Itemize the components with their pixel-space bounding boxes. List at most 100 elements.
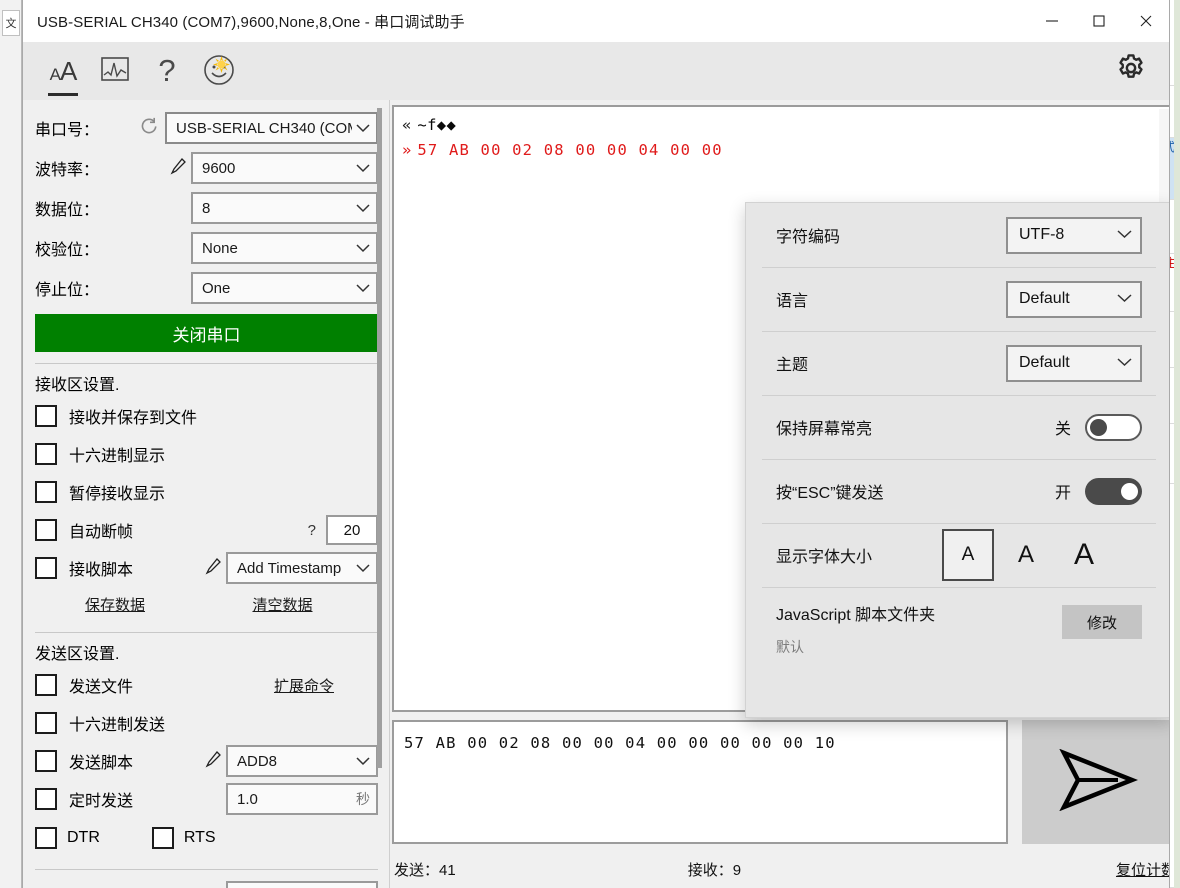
sidebar-scrollbar-thumb[interactable] (377, 108, 382, 768)
esc-send-toggle[interactable] (1085, 477, 1142, 505)
recv-hex-display-row[interactable]: 十六进制显示 (35, 435, 378, 473)
recv-save-to-file-label: 接收并保存到文件 (69, 410, 198, 427)
send-file-row[interactable]: 发送文件 扩展命令 (35, 666, 378, 704)
keep-screen-on-label: 保持屏幕常亮 (776, 421, 873, 438)
stopbits-value: One (202, 279, 231, 297)
help-tool-button[interactable]: ? (141, 43, 193, 99)
auto-frame-input[interactable]: 20 (326, 515, 378, 545)
recv-script-edit-icon[interactable] (200, 556, 226, 580)
paper-plane-icon (1058, 748, 1139, 816)
chevron-down-icon (1117, 354, 1132, 372)
minimize-icon[interactable] (1028, 0, 1075, 42)
auto-frame-help-icon[interactable]: ? (308, 522, 316, 539)
auto-frame-label: 自动断帧 (69, 524, 134, 541)
esc-send-row: 按“ESC”键发送 开 (746, 459, 1169, 523)
language-select[interactable]: Default (1006, 280, 1142, 318)
recv-pause-display-row[interactable]: 暂停接收显示 (35, 473, 378, 511)
auto-frame-row[interactable]: 自动断帧 ? 20 (35, 511, 378, 549)
chevron-down-icon (356, 240, 370, 257)
recv-script-row[interactable]: 接收脚本 Add Timestamp (35, 549, 378, 587)
font-size-label: 显示字体大小 (776, 549, 873, 566)
timed-send-row[interactable]: 定时发送 1.0 秒 (35, 780, 378, 818)
font-size-medium-button[interactable]: A (1000, 529, 1052, 581)
send-hex-checkbox[interactable] (35, 712, 57, 734)
esc-send-state: 开 (1054, 485, 1071, 502)
font-size-small-button[interactable]: A (942, 529, 994, 581)
close-port-button[interactable]: 关闭串口 (35, 314, 378, 352)
font-tool-button[interactable]: AA (37, 43, 89, 99)
recv-save-to-file-checkbox[interactable] (35, 405, 57, 427)
theme-label: 主题 (776, 357, 809, 374)
js-folder-modify-button[interactable]: 修改 (1062, 605, 1142, 639)
close-icon[interactable] (1122, 0, 1169, 42)
edit-pen-icon[interactable] (165, 156, 191, 180)
auto-frame-checkbox[interactable] (35, 519, 57, 541)
encoding-select[interactable]: UTF-8 (1006, 216, 1142, 254)
baud-select[interactable]: 9600 (191, 152, 378, 184)
recv-pause-display-checkbox[interactable] (35, 481, 57, 503)
chevron-down-icon (356, 280, 370, 297)
save-data-link[interactable]: 保存数据 (35, 594, 195, 615)
port-row: 串口号： USB-SERIAL CH340 (COM7) (35, 108, 378, 148)
question-mark-icon: ? (158, 53, 176, 88)
send-script-row[interactable]: 发送脚本 ADD8 (35, 742, 378, 780)
send-script-select[interactable]: ADD8 (226, 745, 378, 777)
receive-direction-marker: « (402, 116, 412, 134)
sidebar-scrollbar[interactable] (376, 106, 383, 882)
databits-select[interactable]: 8 (191, 192, 378, 224)
send-textarea[interactable]: 57 AB 00 02 08 00 00 04 00 00 00 00 00 1… (392, 720, 1008, 844)
smiley-tool-button[interactable] (193, 43, 245, 99)
reset-counters-link[interactable]: 复位计数 (1116, 859, 1169, 880)
send-script-label: 发送脚本 (69, 755, 134, 772)
extended-command-link[interactable]: 扩展命令 (274, 675, 334, 696)
baud-row: 波特率： 9600 (35, 148, 378, 188)
send-hex-row[interactable]: 十六进制发送 (35, 704, 378, 742)
sent-count: 发送：41 (394, 861, 456, 879)
background-window-left-tab: 文 (2, 10, 20, 36)
smiley-icon (202, 52, 236, 91)
stopbits-select[interactable]: One (191, 272, 378, 304)
rts-label: RTS (183, 829, 216, 846)
timed-send-unit: 秒 (356, 791, 370, 807)
settings-gear-button[interactable] (1103, 42, 1159, 98)
waveform-tool-button[interactable] (89, 43, 141, 99)
chevron-down-icon (356, 160, 370, 177)
clear-data-link[interactable]: 清空数据 (195, 594, 370, 615)
js-folder-info: JavaScript 脚本文件夹 默认 (776, 601, 1062, 657)
chevron-down-icon (356, 753, 370, 770)
keep-screen-on-toggle[interactable] (1085, 413, 1142, 441)
newline-select[interactable]: \r\n (CRLF) (226, 881, 378, 888)
recv-script-select[interactable]: Add Timestamp (226, 552, 378, 584)
encoding-label: 字符编码 (776, 229, 841, 246)
send-button[interactable] (1022, 720, 1169, 844)
recv-script-checkbox[interactable] (35, 557, 57, 579)
recv-save-to-file-row[interactable]: 接收并保存到文件 (35, 397, 378, 435)
toggle-knob (1090, 418, 1107, 436)
recv-script-value: Add Timestamp (237, 559, 342, 577)
chevron-down-icon (356, 120, 370, 137)
send-file-checkbox[interactable] (35, 674, 57, 696)
font-size-large-button[interactable]: A (1058, 529, 1110, 581)
window-controls (1028, 0, 1169, 42)
divider (35, 869, 378, 870)
theme-select[interactable]: Default (1006, 344, 1142, 382)
send-script-edit-icon[interactable] (200, 749, 226, 773)
maximize-icon[interactable] (1075, 0, 1122, 42)
background-window-left[interactable]: 文 (0, 0, 22, 888)
toggle-knob (1121, 482, 1138, 500)
rts-checkbox[interactable] (151, 827, 174, 849)
divider (35, 363, 378, 364)
recv-hex-display-checkbox[interactable] (35, 443, 57, 465)
parity-label: 校验位： (35, 242, 100, 259)
refresh-ports-icon[interactable] (131, 116, 165, 140)
dtr-checkbox[interactable] (35, 827, 57, 849)
dtr-rts-row: DTR RTS (35, 818, 378, 858)
parity-select[interactable]: None (191, 232, 378, 264)
timed-send-input[interactable]: 1.0 秒 (226, 783, 378, 815)
baud-label: 波特率： (35, 162, 100, 179)
send-script-checkbox[interactable] (35, 750, 57, 772)
dtr-label: DTR (67, 829, 100, 846)
timed-send-checkbox[interactable] (35, 788, 57, 810)
port-select[interactable]: USB-SERIAL CH340 (COM7) (165, 112, 378, 144)
receive-line-text: 57 AB 00 02 08 00 00 04 00 00 (417, 141, 723, 159)
